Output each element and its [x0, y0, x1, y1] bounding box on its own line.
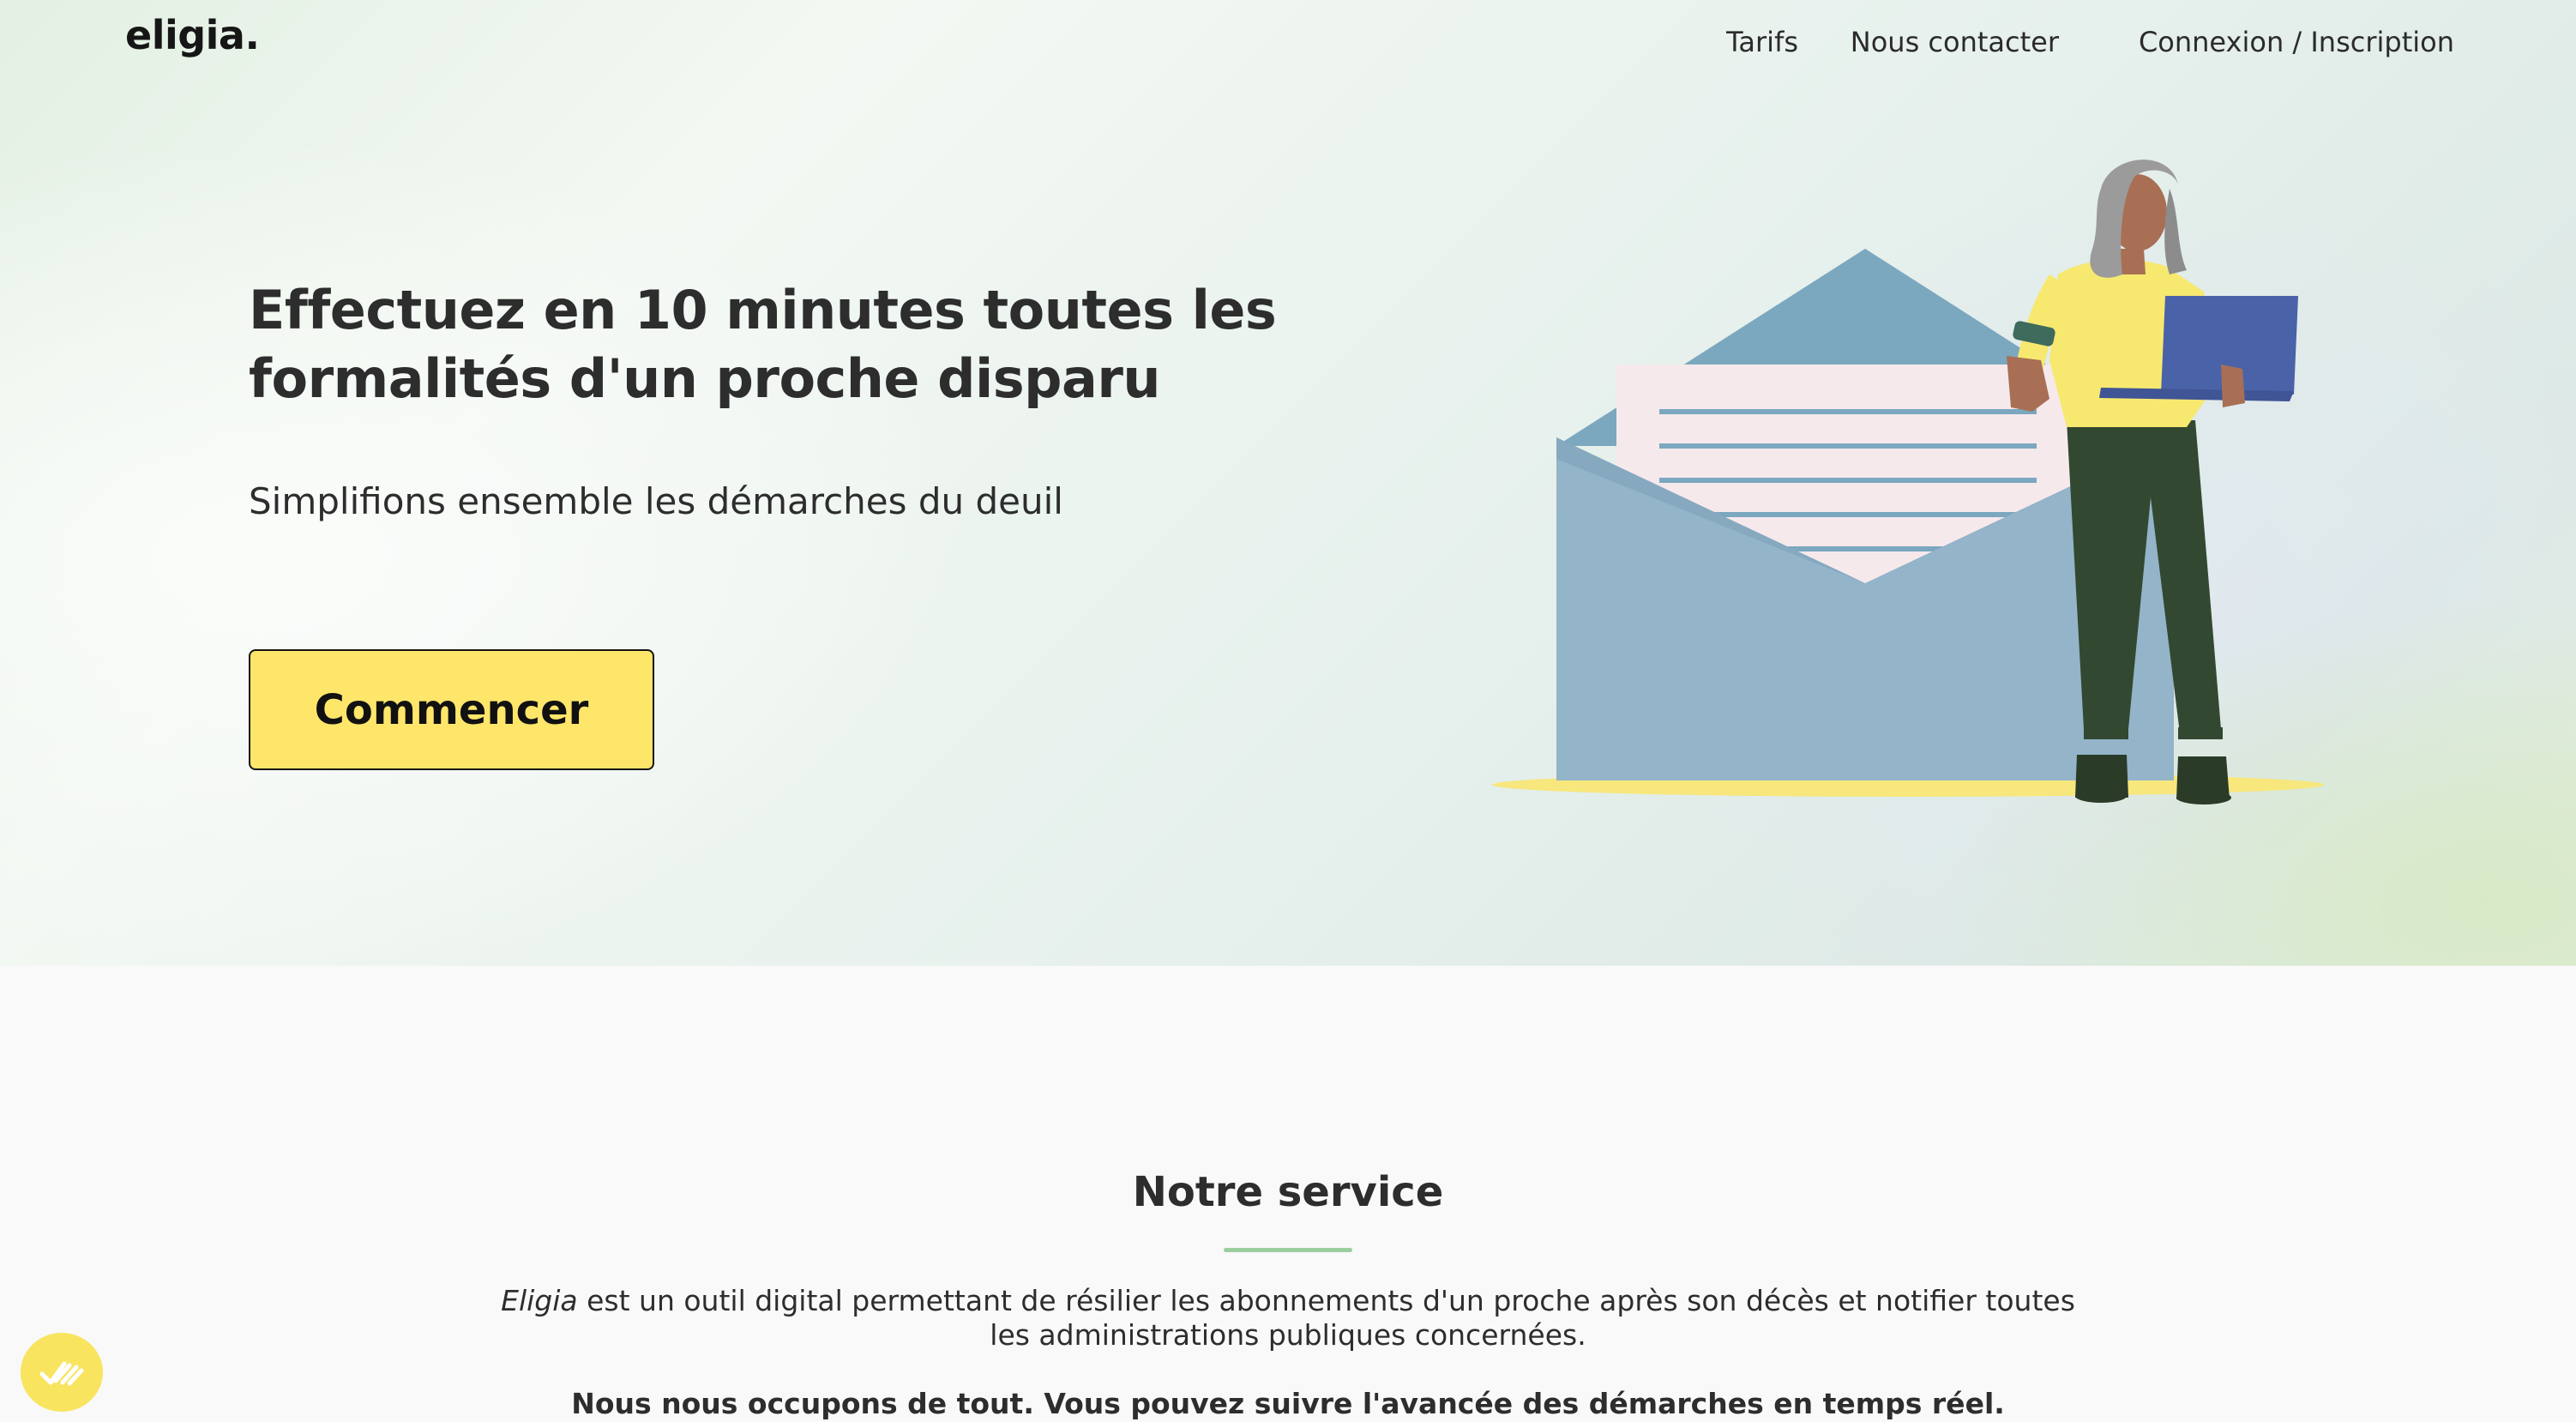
envelope-woman-illustration [1492, 160, 2324, 804]
service-title: Notre service [1132, 1168, 1444, 1216]
start-button[interactable]: Commencer [249, 649, 654, 770]
title-underline [1224, 1248, 1352, 1252]
brand-name: Eligia [501, 1284, 578, 1317]
nav-link-contact[interactable]: Nous contacter [1851, 26, 2059, 58]
nav-link-tarifs[interactable]: Tarifs [1726, 26, 1798, 58]
hero-section: eligia. Tarifs Nous contacter Connexion … [0, 0, 2576, 966]
check-marks-icon [39, 1361, 84, 1386]
nav-link-login[interactable]: Connexion / Inscription [2139, 26, 2454, 58]
brand-logo[interactable]: eligia. [125, 12, 260, 58]
hero-title: Effectuez en 10 minutes toutes les forma… [249, 279, 1277, 410]
hero-subtitle: Simplifions ensemble les démarches du de… [249, 480, 1063, 522]
chat-widget-button[interactable] [21, 1333, 103, 1412]
service-description-text: est un outil digital permettant de résil… [577, 1284, 2075, 1352]
service-highlight: Nous nous occupons de tout. Vous pouvez … [571, 1387, 2005, 1420]
service-description: Eligia est un outil digital permettant d… [480, 1284, 2096, 1353]
